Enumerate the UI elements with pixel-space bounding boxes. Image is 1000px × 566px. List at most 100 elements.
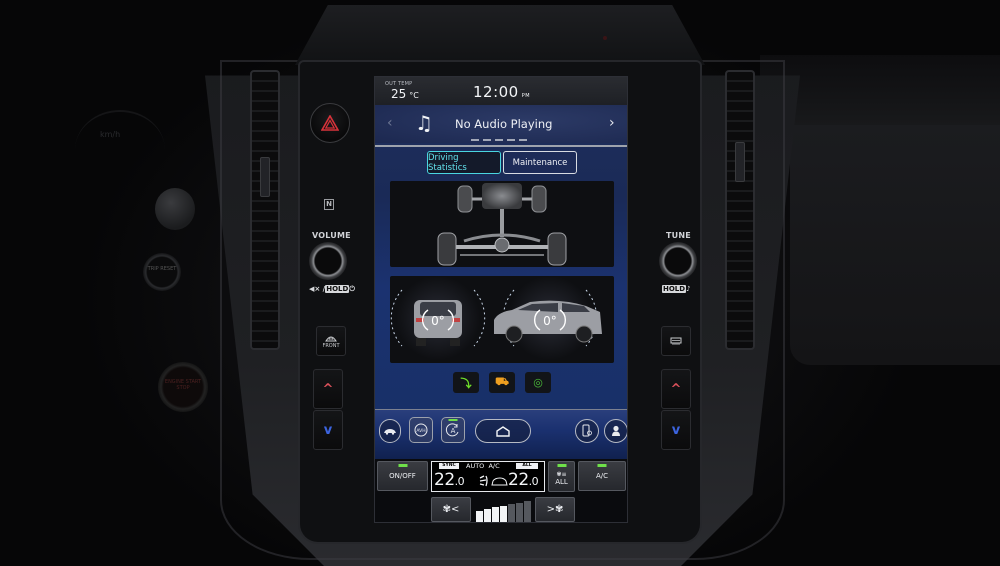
main-content: ‹ ♫ No Audio Playing › Driving Statistic… xyxy=(375,105,627,409)
right-temp-down-button[interactable]: v xyxy=(661,410,691,450)
ac-button[interactable]: A/C xyxy=(578,461,626,491)
auto-hold-icon: AVH xyxy=(414,423,428,437)
car-icon xyxy=(384,428,396,435)
chevron-up-icon: ^ xyxy=(322,381,334,397)
status-led xyxy=(597,464,607,467)
front-defrost-button[interactable]: FRONT xyxy=(316,326,346,356)
hazard-button[interactable] xyxy=(310,103,350,143)
page-dot xyxy=(519,139,527,141)
vdc-off-icon: ◎ xyxy=(525,372,551,393)
all-zone-tag: ALL xyxy=(516,463,538,469)
fan-speed-down-button[interactable]: ✾< xyxy=(431,497,471,522)
fan-down-icon: ✾< xyxy=(442,504,460,515)
auto-start-stop-button[interactable]: A xyxy=(441,417,465,443)
page-dot xyxy=(495,139,503,141)
status-led xyxy=(557,464,566,467)
vehicle-settings-button[interactable] xyxy=(379,419,401,443)
tab-maintenance[interactable]: Maintenance xyxy=(503,151,577,174)
passenger-temp-value: 22 xyxy=(508,470,529,490)
home-icon xyxy=(496,425,510,437)
chassis-diagram xyxy=(437,183,567,266)
roll-angle: 0° xyxy=(431,314,445,328)
vent-adjust-tab[interactable] xyxy=(260,157,270,197)
tune-knob[interactable] xyxy=(659,242,697,280)
fan-all-label: ALL xyxy=(555,478,568,486)
right-temp-up-button[interactable]: ^ xyxy=(661,369,691,409)
vent-adjust-tab[interactable] xyxy=(735,142,745,182)
vehicle-dynamics-icon: ⛟ xyxy=(489,372,515,393)
power-icon: ⏻ xyxy=(349,285,355,293)
screen-hood xyxy=(295,5,705,65)
fan-level-bar xyxy=(492,507,499,522)
hazard-icon xyxy=(321,115,339,131)
speedometer-unit: km/h xyxy=(100,130,121,139)
passenger-temp-decimal: .0 xyxy=(528,475,539,488)
svg-text:AVH: AVH xyxy=(416,428,425,434)
audio-next-button[interactable]: › xyxy=(609,115,615,131)
fan-up-icon: >✾ xyxy=(546,504,564,515)
auto-start-stop-icon: A xyxy=(445,423,459,437)
audio-widget[interactable]: ‹ ♫ No Audio Playing › xyxy=(375,105,627,143)
climate-control-bar: ON/OFF SYNC AUTO A/C ALL 22.0 22.0 ✾≡ AL… xyxy=(375,459,627,522)
light-sensor xyxy=(603,36,607,40)
page-dot xyxy=(483,139,491,141)
driver-temp: 22.0 xyxy=(434,470,465,490)
climate-on-off-button[interactable]: ON/OFF xyxy=(377,461,428,491)
tilt-diagram: 0° 0° xyxy=(390,276,602,360)
fan-level-bar xyxy=(524,501,531,522)
engine-start-button[interactable]: ENGINE START STOP xyxy=(158,362,208,412)
instrument-cluster xyxy=(75,110,165,190)
climate-display: SYNC AUTO A/C ALL 22.0 22.0 xyxy=(431,461,545,492)
auto-vehicle-hold-button[interactable]: AVH xyxy=(409,417,433,443)
driver-profile-button[interactable] xyxy=(604,419,627,443)
passenger-dash-panel xyxy=(790,125,1000,365)
divider xyxy=(375,145,627,147)
svg-text:A: A xyxy=(451,427,456,435)
audio-title: No Audio Playing xyxy=(455,117,553,131)
hill-descent-icon: ⤵ xyxy=(453,372,479,393)
left-temp-down-button[interactable]: v xyxy=(313,410,343,450)
volume-knob[interactable] xyxy=(309,242,347,280)
phone-icon xyxy=(582,424,592,437)
left-air-vent[interactable] xyxy=(250,70,280,350)
status-led xyxy=(448,419,458,421)
clock-time: 12:00 xyxy=(473,83,519,101)
fan-all-button[interactable]: ✾≡ ALL xyxy=(548,461,575,492)
tab-driving-statistics[interactable]: Driving Statistics xyxy=(427,151,501,174)
rear-defrost-button[interactable] xyxy=(661,326,691,356)
airflow-icon xyxy=(479,475,508,487)
trip-reset-button[interactable]: TRIP RESET xyxy=(143,253,181,291)
status-bar: OUT TEMP 25 °C 12:00 PM xyxy=(375,77,627,105)
front-defrost-icon xyxy=(325,336,337,341)
fan-level-bar xyxy=(484,509,491,522)
chevron-down-icon: v xyxy=(671,422,681,438)
out-temp-unit: °C xyxy=(409,91,419,100)
out-temp-value: 25 xyxy=(391,87,407,101)
passenger-temp: 22.0 xyxy=(508,470,539,490)
status-indicator-row: ⤵ ⛟ ◎ xyxy=(453,372,551,393)
audio-prev-button[interactable]: ‹ xyxy=(387,115,393,131)
right-air-vent[interactable] xyxy=(725,70,755,350)
on-off-label: ON/OFF xyxy=(389,472,416,480)
nfc-icon: N xyxy=(324,199,334,210)
hold-tag: HOLD xyxy=(662,285,687,293)
page-dot xyxy=(471,139,479,141)
fan-speed-up-button[interactable]: >✾ xyxy=(535,497,575,522)
status-led xyxy=(398,464,407,467)
left-temp-up-button[interactable]: ^ xyxy=(313,369,343,409)
mute-label: ◀× / xyxy=(309,285,326,293)
fan-level-bar xyxy=(476,510,483,522)
ac-label: A/C xyxy=(595,472,609,480)
fan-level-bar xyxy=(508,504,515,522)
sync-tag[interactable]: SYNC xyxy=(439,463,459,469)
home-button[interactable] xyxy=(475,419,531,443)
fan-speed-indicator xyxy=(476,501,531,522)
chevron-down-icon: v xyxy=(323,422,333,438)
hold-tag: HOLD xyxy=(325,285,350,293)
front-defrost-label: FRONT xyxy=(322,342,340,349)
fan-level-bar xyxy=(516,502,523,522)
phone-projection-button[interactable] xyxy=(575,419,599,443)
ac-mode-label: A/C xyxy=(488,462,500,470)
tune-sub-label: HOLD♪ xyxy=(662,285,691,293)
music-note-icon: ♪ xyxy=(686,285,691,293)
